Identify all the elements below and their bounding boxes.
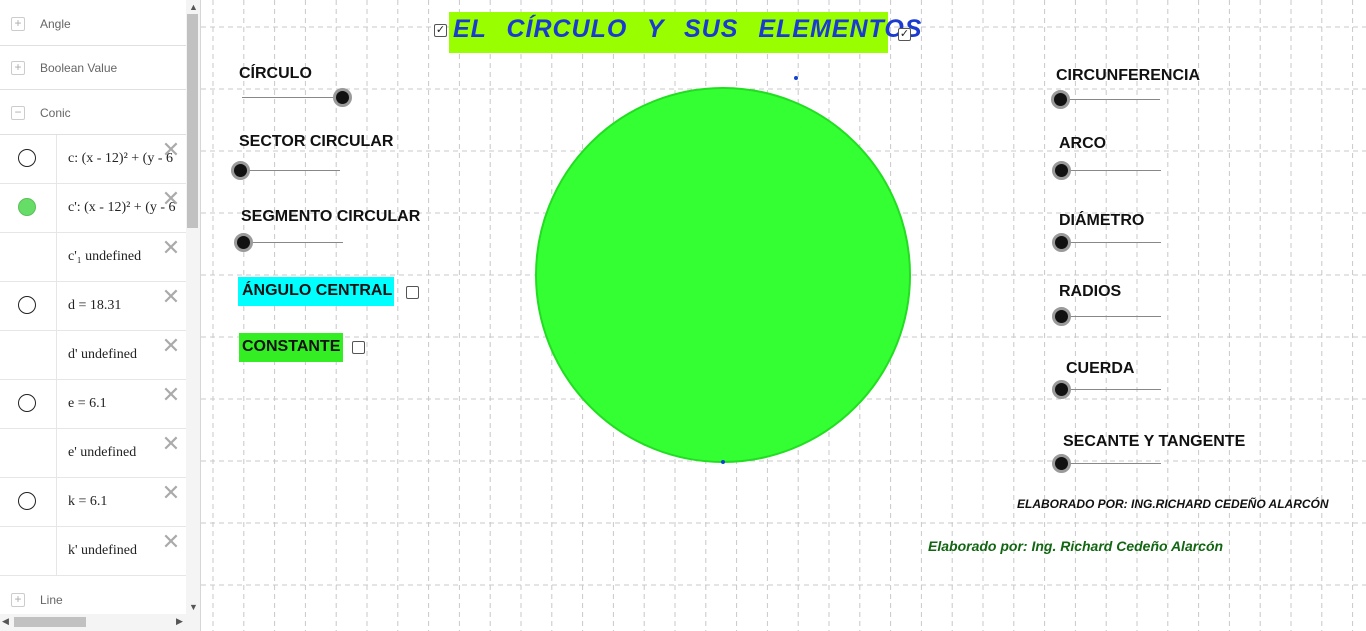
point-marker[interactable] <box>794 76 798 80</box>
visibility-toggle-icon[interactable] <box>18 394 36 412</box>
slider-label-segmento: SEGMENTO CIRCULAR <box>241 208 421 225</box>
angulo-central-label: ÁNGULO CENTRAL <box>242 282 393 299</box>
slider-label-cuerda: CUERDA <box>1066 360 1135 377</box>
horizontal-scrollbar[interactable]: ◀ ▶ <box>0 614 200 631</box>
visibility-cell[interactable] <box>0 380 57 428</box>
algebra-panel: + Angle + Boolean Value − Conic c: (x - … <box>0 0 201 631</box>
slider-track[interactable] <box>240 170 340 171</box>
slider-label-sector: SECTOR CIRCULAR <box>239 133 394 150</box>
slider-label-diametro: DIÁMETRO <box>1059 212 1145 229</box>
category-label: Conic <box>40 105 71 120</box>
algebra-row[interactable]: e = 6.1 ✕ <box>0 380 186 429</box>
scroll-right-icon[interactable]: ▶ <box>176 616 183 627</box>
circle-drawing <box>535 76 911 464</box>
delete-icon[interactable]: ✕ <box>161 237 181 259</box>
slider-track[interactable] <box>242 97 342 98</box>
slider-knob-arco[interactable] <box>1052 161 1071 180</box>
algebra-row[interactable]: k' undefined ✕ <box>0 527 186 576</box>
expand-icon[interactable]: + <box>11 60 25 75</box>
scroll-left-icon[interactable]: ◀ <box>2 616 9 627</box>
category-label: Angle <box>40 16 71 31</box>
slider-label-circunferencia: CIRCUNFERENCIA <box>1056 67 1200 84</box>
category-angle[interactable]: + Angle <box>0 2 186 46</box>
slider-label-circulo: CÍRCULO <box>239 65 312 82</box>
visibility-cell[interactable] <box>0 478 57 526</box>
visibility-toggle-icon[interactable] <box>18 149 36 167</box>
algebra-row[interactable]: d' undefined ✕ <box>0 331 186 380</box>
scrollbar-thumb[interactable] <box>187 14 198 228</box>
algebra-row[interactable]: c': (x - 12)² + (y - 6 ✕ <box>0 184 186 233</box>
constante-label: CONSTANTE <box>242 338 341 355</box>
title-checkbox-left[interactable]: ✓ <box>434 24 447 37</box>
visibility-cell[interactable] <box>0 135 57 183</box>
slider-knob-segmento[interactable] <box>234 233 253 252</box>
slider-knob-circulo[interactable] <box>333 88 352 107</box>
constante-checkbox[interactable] <box>352 341 365 354</box>
visibility-cell[interactable] <box>0 331 57 379</box>
delete-icon[interactable]: ✕ <box>161 433 181 455</box>
slider-knob-cuerda[interactable] <box>1052 380 1071 399</box>
visibility-cell[interactable] <box>0 429 57 477</box>
slider-track[interactable] <box>1060 99 1160 100</box>
slider-knob-diametro[interactable] <box>1052 233 1071 252</box>
collapse-icon[interactable]: − <box>11 105 25 120</box>
scroll-down-icon[interactable]: ▼ <box>189 602 198 612</box>
visibility-cell[interactable] <box>0 184 57 232</box>
scroll-up-icon[interactable]: ▲ <box>189 2 198 12</box>
algebra-row[interactable]: d = 18.31 ✕ <box>0 282 186 331</box>
angulo-central-checkbox[interactable] <box>406 286 419 299</box>
algebra-row[interactable]: e' undefined ✕ <box>0 429 186 478</box>
delete-icon[interactable]: ✕ <box>161 286 181 308</box>
expand-icon[interactable]: + <box>11 16 25 31</box>
category-conic[interactable]: − Conic <box>0 91 186 135</box>
slider-knob-secante-tangente[interactable] <box>1052 454 1071 473</box>
delete-icon[interactable]: ✕ <box>161 139 181 161</box>
credit-lower: Elaborado por: Ing. Richard Cedeño Alarc… <box>928 538 1224 554</box>
slider-knob-sector[interactable] <box>231 161 250 180</box>
slider-knob-radios[interactable] <box>1052 307 1071 326</box>
expand-icon[interactable]: + <box>11 593 25 607</box>
delete-icon[interactable]: ✕ <box>161 188 181 210</box>
algebra-row[interactable]: c: (x - 12)² + (y - 6 ✕ <box>0 135 186 184</box>
circle-shape[interactable] <box>535 87 911 463</box>
credit-upper: ELABORADO POR: ING.RICHARD CEDEÑO ALARCÓ… <box>1017 497 1329 511</box>
algebra-row[interactable]: k = 6.1 ✕ <box>0 478 186 527</box>
visibility-cell[interactable] <box>0 527 57 575</box>
category-label: Boolean Value <box>40 60 118 75</box>
slider-track[interactable] <box>1061 316 1161 317</box>
scrollbar-thumb[interactable] <box>14 617 86 627</box>
slider-track[interactable] <box>1061 389 1161 390</box>
title-checkbox-right[interactable]: ✓ <box>898 28 911 41</box>
slider-track[interactable] <box>243 242 343 243</box>
vertical-scrollbar[interactable]: ▲ ▼ <box>186 0 200 614</box>
visibility-cell[interactable] <box>0 282 57 330</box>
category-label: Line <box>40 593 63 607</box>
slider-track[interactable] <box>1061 242 1161 243</box>
delete-icon[interactable]: ✕ <box>161 531 181 553</box>
delete-icon[interactable]: ✕ <box>161 335 181 357</box>
slider-track[interactable] <box>1061 463 1161 464</box>
slider-label-radios: RADIOS <box>1059 283 1122 300</box>
page-title: EL CÍRCULO Y SUS ELEMENTOS <box>453 15 923 43</box>
delete-icon[interactable]: ✕ <box>161 384 181 406</box>
visibility-toggle-icon[interactable] <box>18 492 36 510</box>
point-marker[interactable] <box>721 460 725 464</box>
visibility-toggle-icon[interactable] <box>18 296 36 314</box>
slider-label-arco: ARCO <box>1059 135 1107 152</box>
delete-icon[interactable]: ✕ <box>161 482 181 504</box>
visibility-cell[interactable] <box>0 233 57 281</box>
visibility-toggle-icon[interactable] <box>18 198 36 216</box>
slider-knob-circunferencia[interactable] <box>1051 90 1070 109</box>
graphics-view[interactable]: EL CÍRCULO Y SUS ELEMENTOS ✓ ✓ CÍRCULO S… <box>201 0 1366 631</box>
category-boolean-value[interactable]: + Boolean Value <box>0 46 186 90</box>
slider-label-secante-tangente: SECANTE Y TANGENTE <box>1063 433 1246 450</box>
algebra-row[interactable]: c'₁ undefined ✕ <box>0 233 186 282</box>
slider-track[interactable] <box>1061 170 1161 171</box>
